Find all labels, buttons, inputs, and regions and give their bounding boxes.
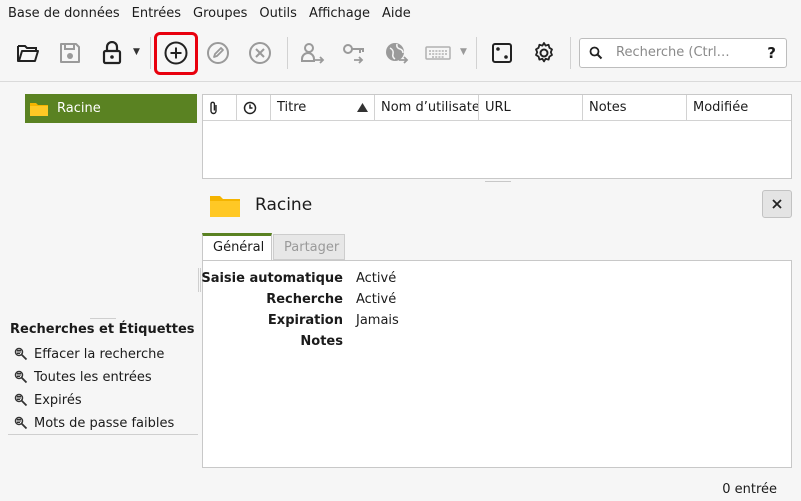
toolbar-separator [570, 37, 571, 69]
dice-icon [492, 43, 512, 63]
search-tag-icon [14, 347, 28, 361]
column-url-label: URL [485, 100, 511, 115]
menu-help[interactable]: Aide [376, 0, 417, 27]
x-circle-icon [249, 42, 271, 64]
search-help-button[interactable]: ? [767, 39, 776, 67]
details-panel: Saisie automatique Activé Recherche Acti… [201, 260, 792, 468]
save-icon [60, 43, 80, 63]
column-modified-label: Modifiée [693, 100, 749, 115]
keyboard-icon [425, 46, 451, 60]
detail-row: Recherche Activé [203, 289, 791, 310]
column-title[interactable]: Titre [271, 95, 375, 121]
detail-row: Expiration Jamais [203, 310, 791, 331]
menu-view[interactable]: Affichage [303, 0, 376, 27]
saved-search-label: Toutes les entrées [34, 369, 152, 385]
search-tag-icon [14, 370, 28, 384]
clock-icon [243, 101, 257, 115]
save-database-button[interactable] [53, 36, 87, 70]
menu-groups[interactable]: Groupes [187, 0, 253, 27]
toolbar-separator [476, 37, 477, 69]
saved-search-label: Expirés [34, 392, 82, 408]
folder-open-icon [17, 45, 39, 62]
saved-search-weak-passwords[interactable]: Mots de passe faibles [14, 412, 174, 434]
detail-label: Saisie automatique [201, 271, 343, 286]
detail-label: Recherche [266, 292, 343, 307]
edit-entry-button[interactable] [201, 36, 235, 70]
copy-username-button[interactable] [296, 36, 330, 70]
search-input[interactable]: Recherche (Ctrl… [616, 39, 730, 67]
copy-password-button[interactable] [338, 36, 372, 70]
autotype-button[interactable] [421, 36, 455, 70]
column-expiry[interactable] [237, 95, 271, 121]
column-url[interactable]: URL [479, 95, 583, 121]
plus-circle-icon [164, 41, 188, 65]
tab-general[interactable]: Général [202, 233, 272, 261]
lock-database-button[interactable] [95, 36, 129, 70]
status-entry-count: 0 entrée [722, 482, 777, 497]
sort-up-icon [357, 103, 368, 112]
detail-value: Activé [356, 292, 397, 307]
column-notes-label: Notes [589, 100, 627, 115]
detail-value: Activé [356, 271, 397, 286]
close-icon [772, 199, 782, 209]
column-title-label: Titre [277, 100, 307, 115]
paperclip-icon [210, 101, 217, 115]
search-tag-icon [14, 393, 28, 407]
detail-row: Saisie automatique Activé [201, 268, 791, 289]
saved-search-label: Effacer la recherche [34, 346, 165, 362]
saved-search-label: Mots de passe faibles [34, 415, 175, 431]
pencil-icon [207, 42, 229, 64]
lock-icon [102, 41, 122, 65]
delete-entry-button[interactable] [243, 36, 277, 70]
search-tag-icon [14, 416, 28, 430]
tab-share[interactable]: Partager [273, 234, 345, 260]
folder-icon [30, 102, 48, 116]
menu-tools[interactable]: Outils [253, 0, 303, 27]
saved-search-clear[interactable]: Effacer la recherche [14, 343, 164, 365]
table-details-splitter[interactable] [485, 181, 511, 182]
copy-url-button[interactable] [380, 36, 414, 70]
user-arrow-icon [301, 43, 325, 64]
entry-table[interactable]: Titre Nom d’utilisate URL Notes Modifiée [202, 94, 792, 179]
column-attachment[interactable] [203, 95, 237, 121]
saved-search-all-entries[interactable]: Toutes les entrées [14, 366, 152, 388]
password-generator-button[interactable] [485, 36, 519, 70]
detail-row: Notes [203, 331, 791, 352]
toolbar-separator [150, 37, 151, 69]
toolbar-separator [287, 37, 288, 69]
autotype-dropdown-arrow-icon[interactable]: ▼ [460, 47, 467, 57]
saved-search-expired[interactable]: Expirés [14, 389, 82, 411]
open-database-button[interactable] [11, 36, 45, 70]
details-title: Racine [255, 195, 313, 215]
detail-label: Expiration [267, 313, 343, 328]
group-item-root[interactable]: Racine [25, 94, 197, 123]
settings-button[interactable] [527, 36, 561, 70]
column-username[interactable]: Nom d’utilisate [375, 95, 479, 121]
menu-bar: Base de données Entrées Groupes Outils A… [0, 0, 801, 27]
column-username-label: Nom d’utilisate [381, 100, 479, 115]
detail-value: Jamais [356, 313, 399, 328]
gear-icon [535, 42, 553, 63]
add-entry-button[interactable] [159, 36, 193, 70]
group-item-label: Racine [57, 101, 101, 116]
lock-dropdown-arrow-icon[interactable]: ▼ [133, 47, 140, 57]
searches-section-title: Recherches et Étiquettes [10, 322, 195, 337]
globe-arrow-icon [386, 43, 409, 64]
search-box[interactable]: Recherche (Ctrl… ? [579, 38, 787, 68]
table-header: Titre Nom d’utilisate URL Notes Modifiée [203, 95, 791, 121]
left-pane-splitter[interactable] [90, 318, 116, 319]
search-icon [589, 46, 603, 60]
close-details-button[interactable] [762, 190, 792, 218]
folder-icon [210, 196, 240, 217]
column-modified[interactable]: Modifiée [687, 95, 791, 121]
detail-label: Notes [300, 334, 343, 349]
menu-entries[interactable]: Entrées [126, 0, 187, 27]
key-arrow-icon [343, 44, 364, 64]
column-notes[interactable]: Notes [583, 95, 687, 121]
menu-database[interactable]: Base de données [2, 0, 126, 27]
left-pane-divider [8, 434, 198, 435]
